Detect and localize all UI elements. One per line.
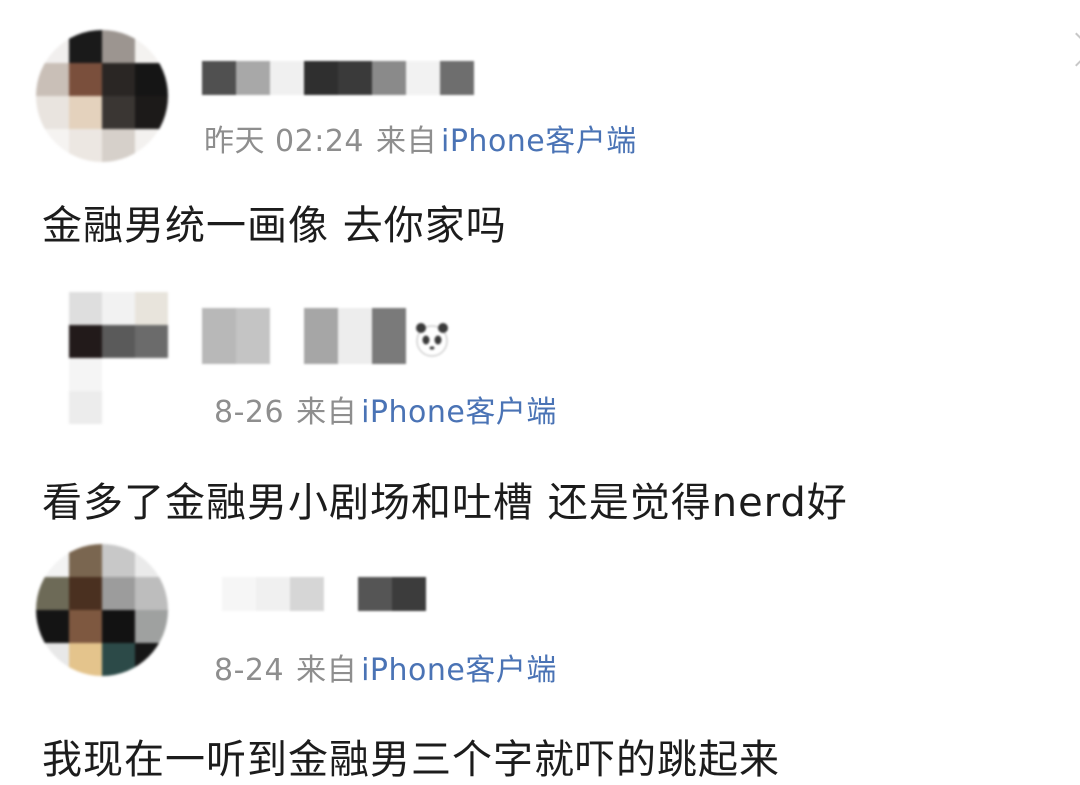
avatar[interactable] — [36, 30, 168, 162]
comment-item-3: 8-24 来自 iPhone客户端 我现在一听到金融男三个字就吓的跳起来 — [0, 530, 1080, 785]
comment-item-2: 8-26 来自 iPhone客户端 看多了金融男小剧场和吐槽 还是觉得nerd好 — [0, 270, 1080, 530]
comment-meta: 8-24 来自 iPhone客户端 — [214, 645, 557, 689]
username-redacted[interactable] — [222, 574, 426, 614]
panda-icon — [412, 319, 452, 357]
source-label: 来自 — [296, 395, 358, 430]
comment-text: 金融男统一画像 去你家吗 — [42, 203, 507, 249]
source-label: 来自 — [296, 653, 358, 688]
comment-meta: 昨天 02:24 来自 iPhone客户端 — [204, 116, 637, 160]
client-link[interactable]: iPhone客户端 — [361, 395, 557, 430]
username-redacted[interactable] — [202, 306, 452, 366]
source-label: 来自 — [376, 124, 437, 159]
comment-meta: 8-26 来自 iPhone客户端 — [214, 387, 557, 431]
client-link[interactable]: iPhone客户端 — [361, 653, 557, 688]
comment-time: 8-24 — [214, 653, 285, 688]
username-redacted[interactable] — [202, 58, 474, 98]
chevron-down-icon[interactable] — [1059, 32, 1080, 67]
comment-item-1: 昨天 02:24 来自 iPhone客户端 金融男统一画像 去你家吗 — [0, 0, 1080, 250]
comment-text: 看多了金融男小剧场和吐槽 还是觉得nerd好 — [42, 480, 848, 526]
client-link[interactable]: iPhone客户端 — [441, 124, 637, 159]
avatar[interactable] — [36, 292, 168, 424]
comment-time: 8-26 — [214, 395, 285, 430]
comment-text: 我现在一听到金融男三个字就吓的跳起来 — [42, 737, 780, 783]
comment-time: 昨天 02:24 — [204, 124, 364, 159]
avatar[interactable] — [36, 544, 168, 676]
